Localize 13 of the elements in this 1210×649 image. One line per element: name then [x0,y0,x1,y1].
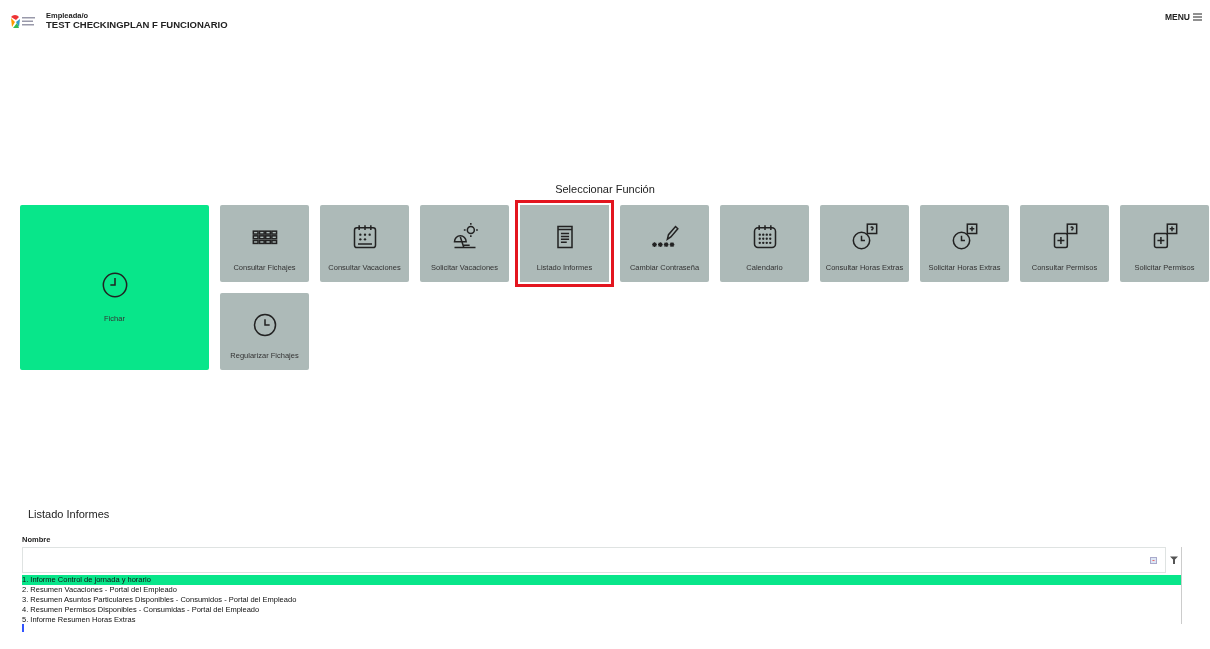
name-field[interactable] [22,547,1166,573]
user-name: TEST CHECKINGPLAN F FUNCIONARIO [46,19,228,30]
filter-icon[interactable] [1170,556,1178,564]
menu-button[interactable]: MENU [1164,12,1202,22]
section-title: Listado Informes [28,507,111,521]
logo-icon [9,12,37,30]
clear-icon[interactable] [1150,556,1157,564]
clock-question-icon [850,223,879,251]
clock-plus-icon [950,223,979,251]
menu-icon [1193,13,1202,21]
clock-icon [100,270,129,299]
text-cursor [22,624,24,632]
section-title: Seleccionar Función [554,182,656,196]
